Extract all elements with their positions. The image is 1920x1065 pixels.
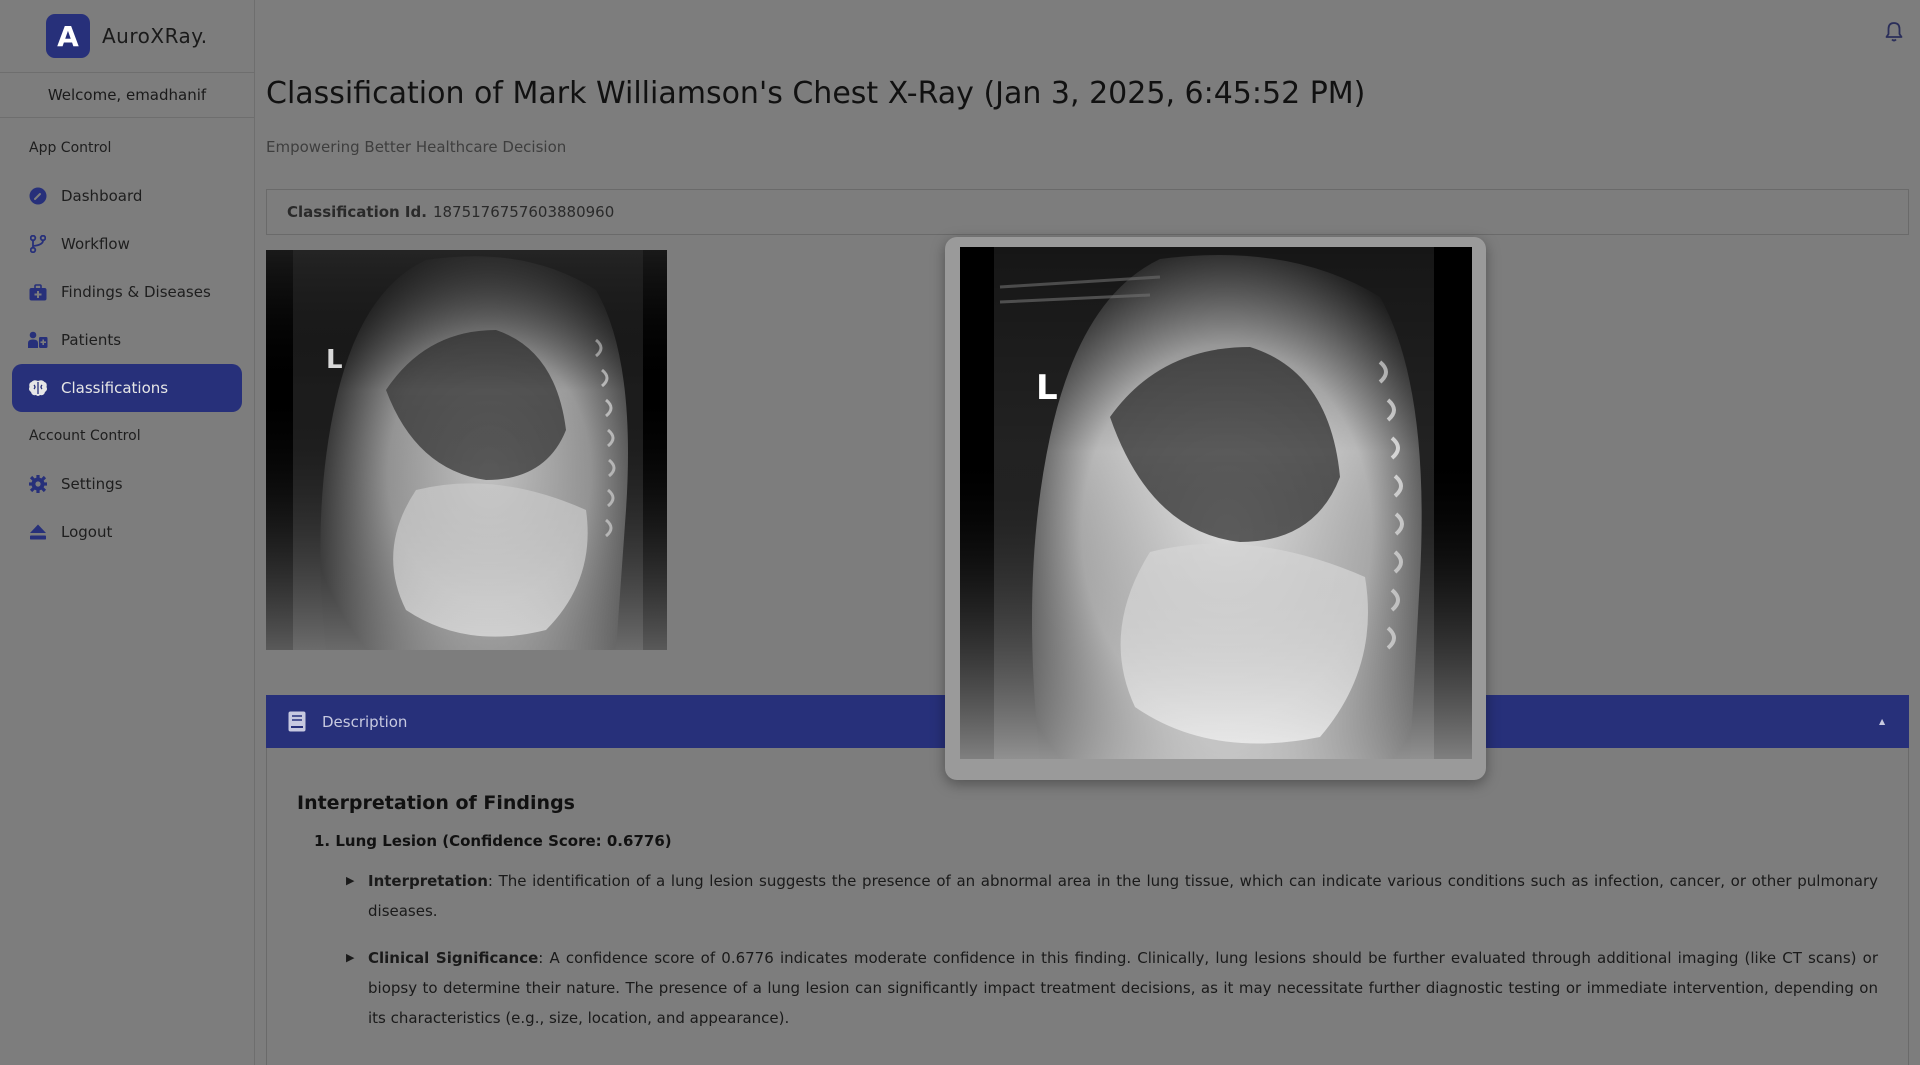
bell-icon[interactable] — [1882, 20, 1906, 44]
app-logo: A — [46, 14, 90, 58]
classification-id-value: 1875176757603880960 — [432, 203, 615, 221]
xray-zoom-popup[interactable]: L — [945, 237, 1486, 780]
xray-side-marker-large: L — [1036, 368, 1058, 408]
finding-label: Interpretation — [368, 872, 488, 890]
description-panel-title: Description — [322, 712, 408, 731]
eject-icon — [28, 522, 48, 542]
brand[interactable]: A AuroXRay. — [0, 0, 254, 73]
sidebar-item-label: Dashboard — [61, 187, 143, 205]
workflow-icon — [28, 234, 48, 254]
section-label-account-control: Account Control — [29, 428, 141, 444]
dashboard-icon — [28, 186, 48, 206]
xray-image-large: L — [960, 247, 1472, 759]
bullet-triangle-icon: ▶ — [346, 874, 355, 887]
sidebar-item-label: Workflow — [61, 235, 130, 253]
finding-interpretation: ▶ Interpretation: The identification of … — [346, 866, 1878, 926]
finding-clinical-significance: ▶ Clinical Significance: A confidence sc… — [346, 943, 1878, 1033]
sidebar-item-label: Settings — [61, 475, 123, 493]
book-icon — [288, 711, 308, 733]
xray-side-marker: L — [326, 345, 343, 375]
xray-zoom-image: L — [960, 247, 1472, 759]
description-panel-body: Interpretation of Findings 1. Lung Lesio… — [266, 748, 1909, 1065]
chevron-up-icon[interactable]: ▲ — [1879, 717, 1887, 726]
xray-image: L — [266, 250, 667, 650]
bullet-triangle-icon: ▶ — [346, 951, 355, 964]
patients-icon — [28, 330, 48, 350]
sidebar-item-label: Classifications — [61, 379, 169, 397]
finding-text: : A confidence score of 0.6776 indicates… — [368, 949, 1878, 1027]
briefcase-medical-icon — [28, 282, 48, 302]
sidebar-item-label: Patients — [61, 331, 122, 349]
page-title: Classification of Mark Williamson's Ches… — [266, 76, 1366, 111]
findings-heading: Interpretation of Findings — [297, 792, 575, 814]
sidebar-item-logout[interactable]: Logout — [12, 508, 242, 556]
finding-label: Clinical Significance — [368, 949, 539, 967]
sidebar: A AuroXRay. Welcome, emadhanif App Contr… — [0, 0, 255, 1065]
gear-icon — [28, 474, 48, 494]
sidebar-item-dashboard[interactable]: Dashboard — [12, 172, 242, 220]
sidebar-item-classifications[interactable]: Classifications — [12, 364, 242, 412]
classification-id-box: Classification Id. 1875176757603880960 — [266, 189, 1909, 235]
finding-text: : The identification of a lung lesion su… — [368, 872, 1878, 920]
finding-title: 1. Lung Lesion (Confidence Score: 0.6776… — [314, 832, 672, 850]
sidebar-item-findings-diseases[interactable]: Findings & Diseases — [12, 268, 242, 316]
classification-id-label: Classification Id. — [287, 203, 427, 221]
section-label-app-control: App Control — [29, 140, 112, 156]
sidebar-item-settings[interactable]: Settings — [12, 460, 242, 508]
sidebar-item-label: Findings & Diseases — [61, 283, 211, 301]
sidebar-item-patients[interactable]: Patients — [12, 316, 242, 364]
sidebar-item-label: Logout — [61, 523, 113, 541]
app-name: AuroXRay. — [102, 24, 208, 48]
sidebar-item-workflow[interactable]: Workflow — [12, 220, 242, 268]
page-subtitle: Empowering Better Healthcare Decision — [266, 138, 567, 156]
welcome-message: Welcome, emadhanif — [0, 73, 254, 118]
main-content: Classification of Mark Williamson's Ches… — [256, 0, 1920, 1065]
xray-thumbnail[interactable]: L — [266, 250, 667, 650]
brain-icon — [28, 378, 48, 398]
